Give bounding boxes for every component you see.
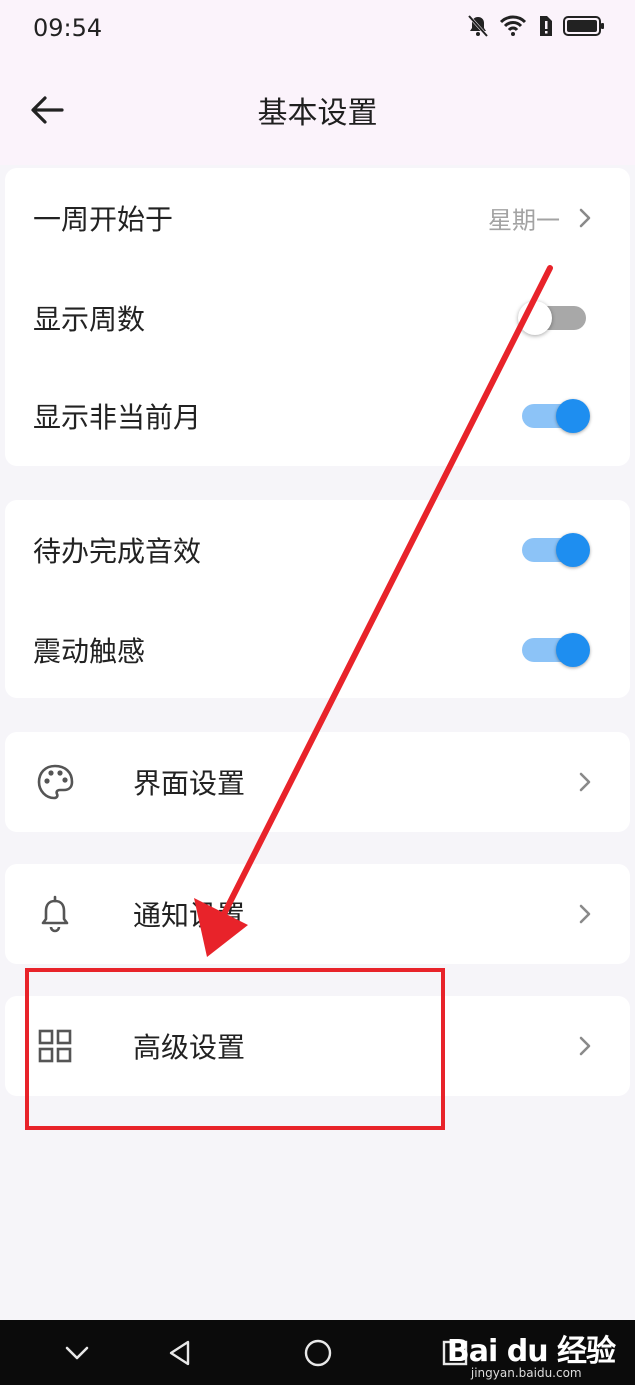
interface-settings-card: 界面设置	[5, 732, 630, 832]
page-title: 基本设置	[257, 96, 378, 131]
interface-settings-label: 界面设置	[133, 767, 246, 800]
advanced-settings-card: 高级设置	[5, 996, 630, 1096]
notification-settings-card: 通知设置	[5, 864, 630, 964]
haptic-label: 震动触感	[33, 635, 146, 668]
chevron-right-icon	[579, 208, 591, 228]
week-start-row[interactable]: 一周开始于 星期一	[5, 168, 630, 268]
calendar-settings-card: 一周开始于 星期一 显示周数 显示非当前月	[5, 168, 630, 466]
status-icons	[467, 14, 605, 38]
todo-sound-label: 待办完成音效	[33, 535, 202, 568]
chevron-right-icon	[579, 1036, 591, 1056]
watermark-main: Bai du 经验	[446, 1334, 616, 1369]
advanced-settings-row[interactable]: 高级设置	[5, 996, 630, 1096]
week-start-value: 星期一	[488, 206, 560, 235]
bell-muted-icon	[467, 14, 489, 38]
show-non-current-month-label: 显示非当前月	[33, 401, 202, 434]
haptic-toggle[interactable]	[522, 633, 590, 667]
notification-settings-row[interactable]: 通知设置	[5, 864, 630, 964]
show-week-number-toggle[interactable]	[518, 301, 586, 335]
todo-sound-row: 待办完成音效	[5, 500, 630, 600]
bell-icon	[41, 895, 69, 933]
status-time: 09:54	[33, 14, 103, 42]
show-non-current-month-toggle[interactable]	[522, 399, 590, 433]
wifi-icon	[499, 15, 527, 36]
chevron-down-icon[interactable]	[62, 1338, 92, 1368]
watermark: Bai du 经验 jingyan.baidu.com	[446, 1326, 616, 1380]
show-week-number-label: 显示周数	[33, 303, 146, 336]
chevron-right-icon	[579, 904, 591, 924]
palette-icon	[37, 764, 74, 800]
sim-alert-icon	[540, 16, 552, 36]
notification-settings-label: 通知设置	[133, 899, 246, 932]
nav-home-icon[interactable]	[303, 1338, 333, 1368]
system-nav-bar: Bai du 经验 jingyan.baidu.com	[0, 1320, 635, 1385]
nav-back-icon[interactable]	[166, 1338, 196, 1368]
chevron-right-icon	[579, 772, 591, 792]
todo-sound-toggle[interactable]	[522, 533, 590, 567]
app-bar: 基本设置	[0, 60, 635, 160]
feedback-settings-card: 待办完成音效 震动触感	[5, 500, 630, 698]
grid-icon	[38, 1029, 72, 1063]
advanced-settings-label: 高级设置	[133, 1031, 246, 1064]
battery-icon	[563, 16, 604, 36]
haptic-row: 震动触感	[5, 600, 630, 700]
show-non-current-month-row: 显示非当前月	[5, 366, 630, 466]
status-bar: 09:54	[0, 0, 635, 60]
interface-settings-row[interactable]: 界面设置	[5, 732, 630, 832]
week-start-label: 一周开始于	[33, 203, 174, 236]
show-week-number-row: 显示周数	[5, 268, 630, 368]
